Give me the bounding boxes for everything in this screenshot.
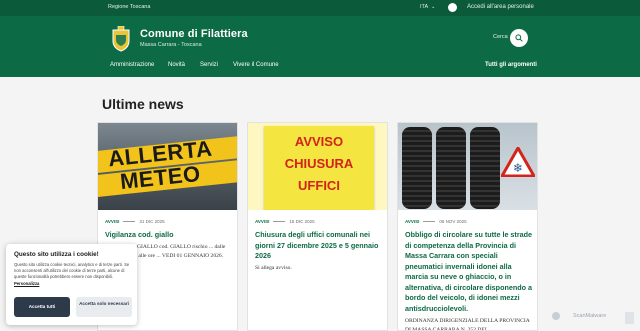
site-title[interactable]: Comune di Filattiera bbox=[140, 28, 248, 40]
tyre-image bbox=[436, 127, 466, 209]
accept-necessary-button[interactable]: Accetta solo necessari bbox=[76, 297, 132, 317]
cookie-banner: Questo sito utilizza i cookie! Questo si… bbox=[6, 244, 137, 325]
section-title: Ultime news bbox=[102, 96, 184, 112]
image-text: AVVISO bbox=[294, 134, 344, 149]
news-meta: AVVISI 15 DIC 2025 bbox=[255, 219, 315, 224]
region-link[interactable]: Regione Toscana bbox=[108, 4, 150, 10]
news-meta: AVVISI 31 DIC 2025 bbox=[105, 219, 165, 224]
nav-item-vivere-il-comune[interactable]: Vivere il Comune bbox=[233, 62, 279, 68]
tyre-image bbox=[470, 127, 500, 209]
nav-item-amministrazione[interactable]: Amministrazione bbox=[110, 62, 154, 68]
news-card[interactable]: AVVISO CHIUSURA UFFICI AVVISI 15 DIC 2025… bbox=[247, 122, 388, 331]
news-title[interactable]: Obbligo di circolare su tutte le strade … bbox=[405, 230, 533, 314]
site-header: Comune di Filattiera Massa Carrara - Tos… bbox=[0, 16, 640, 77]
watermark-text: ScanMalware bbox=[573, 313, 607, 319]
all-topics-link[interactable]: Tutti gli argomenti bbox=[485, 62, 537, 68]
cookie-text: Questo sito utilizza cookie tecnici, ana… bbox=[14, 262, 130, 286]
news-excerpt: Si allega avviso. bbox=[255, 265, 292, 271]
news-image[interactable]: ❄ bbox=[398, 123, 537, 210]
user-icon[interactable] bbox=[448, 3, 457, 12]
scanmalware-logo-icon bbox=[552, 312, 560, 320]
snow-warning-icon: ❄ bbox=[501, 147, 535, 177]
language-label: ITA bbox=[420, 4, 429, 10]
image-text: UFFICI bbox=[298, 178, 340, 193]
nav-item-servizi[interactable]: Servizi bbox=[200, 62, 218, 68]
news-category[interactable]: AVVISI bbox=[405, 219, 419, 224]
top-bar: Regione Toscana ITA ⌄ Accedi all'area per… bbox=[0, 0, 640, 16]
search-button[interactable] bbox=[510, 29, 528, 47]
news-date: 06 NOV 2025 bbox=[439, 219, 467, 224]
news-image[interactable]: AVVISO CHIUSURA UFFICI bbox=[248, 123, 387, 210]
municipality-crest-icon[interactable] bbox=[110, 26, 132, 52]
news-excerpt: ORDINANZA DIRIGENZIALE DELLA PROVINCIA D… bbox=[405, 318, 530, 331]
news-card[interactable]: ❄ AVVISI 06 NOV 2025 Obbligo di circolare… bbox=[397, 122, 538, 331]
search-icon bbox=[515, 34, 523, 42]
news-image[interactable]: ALLERTA METEO bbox=[98, 123, 237, 210]
news-date: 15 DIC 2025 bbox=[289, 219, 315, 224]
customize-link[interactable]: Personalizza bbox=[14, 281, 39, 286]
nav-item-novita[interactable]: Novità bbox=[168, 62, 185, 68]
language-selector[interactable]: ITA ⌄ bbox=[420, 4, 435, 10]
svg-text:❄: ❄ bbox=[513, 161, 523, 175]
search-label: Cerca bbox=[493, 34, 508, 40]
news-category[interactable]: AVVISI bbox=[105, 219, 119, 224]
chevron-down-icon: ⌄ bbox=[431, 4, 436, 10]
news-title[interactable]: Chiusura degli uffici comunali nei giorn… bbox=[255, 230, 383, 262]
image-text: CHIUSURA bbox=[284, 156, 354, 171]
site-subtitle: Massa Carrara - Toscana bbox=[140, 42, 202, 48]
badge-icon bbox=[625, 312, 634, 324]
news-meta: AVVISI 06 NOV 2025 bbox=[405, 219, 467, 224]
news-title[interactable]: Vigilanza cod. giallo bbox=[105, 230, 233, 241]
login-link[interactable]: Accedi all'area personale bbox=[467, 4, 534, 10]
tyre-image bbox=[402, 127, 432, 209]
accept-all-button[interactable]: Accetta tutti bbox=[14, 297, 70, 317]
news-date: 31 DIC 2025 bbox=[139, 219, 165, 224]
cookie-title: Questo sito utilizza i cookie! bbox=[14, 251, 99, 258]
news-category[interactable]: AVVISI bbox=[255, 219, 269, 224]
